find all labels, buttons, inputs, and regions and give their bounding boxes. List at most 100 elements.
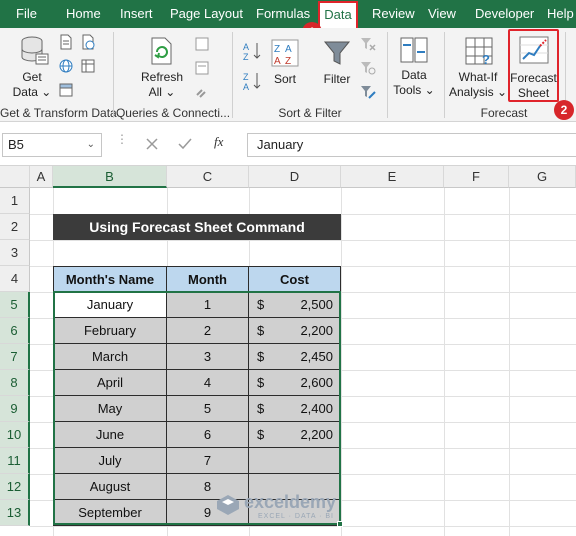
tab-file[interactable]: File [16, 0, 37, 28]
column-header-b[interactable]: B [53, 166, 167, 188]
table-header-month-name[interactable]: Month's Name [53, 266, 167, 292]
row-header-4[interactable]: 4 [0, 266, 30, 292]
forecast-sheet-label: Forecast Sheet [510, 71, 557, 101]
formula-input[interactable]: January [247, 133, 576, 157]
refresh-all-button[interactable]: Refresh All ⌄ [138, 70, 186, 100]
queries-connections-icon[interactable] [194, 36, 210, 52]
row-header-1[interactable]: 1 [0, 188, 30, 214]
tab-home[interactable]: Home [66, 0, 101, 28]
cell-month-name[interactable]: May [53, 396, 167, 422]
row-header-11[interactable]: 11 [0, 448, 30, 474]
column-header-a[interactable]: A [30, 166, 53, 188]
forecast-sheet-label-2: Sheet [517, 86, 550, 100]
database-icon [21, 36, 49, 65]
recent-sources-icon[interactable] [80, 34, 96, 50]
edit-links-icon[interactable] [194, 84, 210, 100]
cell-month-name[interactable]: August [53, 474, 167, 500]
row-header-8[interactable]: 8 [0, 370, 30, 396]
ribbon: Get Data ⌄ Get & Transform Data Refresh … [0, 28, 576, 122]
advanced-filter-icon[interactable] [360, 84, 376, 100]
refresh-icon [151, 37, 172, 65]
tab-page-layout[interactable]: Page Layout [170, 0, 243, 28]
cell-month[interactable]: 4 [167, 370, 249, 396]
tab-developer[interactable]: Developer [475, 0, 534, 28]
select-all-corner[interactable] [0, 166, 30, 188]
cell-cost[interactable]: $2,200 [249, 422, 341, 448]
cell-cost[interactable]: $2,500 [249, 292, 341, 318]
data-tools-label-2: Tools ⌄ [393, 83, 435, 97]
cell-month[interactable]: 7 [167, 448, 249, 474]
cell-cost[interactable]: $2,400 [249, 396, 341, 422]
sort-button[interactable]: Sort [268, 72, 302, 87]
row-header-3[interactable]: 3 [0, 240, 30, 266]
tab-help[interactable]: Help [547, 0, 574, 28]
svg-text:?: ? [482, 52, 490, 66]
sheet-title[interactable]: Using Forecast Sheet Command [53, 214, 341, 240]
row-header-7[interactable]: 7 [0, 344, 30, 370]
cell-cost[interactable]: $2,200 [249, 318, 341, 344]
cell-month[interactable]: 1 [167, 292, 249, 318]
get-data-label-2: Data ⌄ [12, 85, 52, 99]
worksheet-grid: A B C D E F G 1 2 3 4 5 6 7 8 9 10 11 12… [0, 166, 576, 536]
column-header-f[interactable]: F [444, 166, 509, 188]
tab-review[interactable]: Review [372, 0, 415, 28]
forecast-sheet-button[interactable]: Forecast Sheet [508, 29, 559, 102]
chevron-down-icon[interactable]: ⌄ [87, 134, 95, 156]
from-text-icon[interactable] [58, 34, 74, 50]
from-web-icon[interactable] [58, 58, 74, 74]
cell-month-name[interactable]: April [53, 370, 167, 396]
group-label-queries: Queries & Connecti... [115, 106, 231, 120]
cell-month[interactable]: 6 [167, 422, 249, 448]
column-header-e[interactable]: E [341, 166, 444, 188]
cell-month-name[interactable]: January [53, 292, 167, 318]
row-header-12[interactable]: 12 [0, 474, 30, 500]
row-header-5[interactable]: 5 [0, 292, 30, 318]
cell-month[interactable]: 2 [167, 318, 249, 344]
column-header-c[interactable]: C [167, 166, 249, 188]
tab-insert[interactable]: Insert [120, 0, 153, 28]
clear-filter-icon[interactable] [360, 36, 376, 52]
reapply-filter-icon[interactable] [360, 60, 376, 76]
data-tools-button[interactable]: Data Tools ⌄ [392, 68, 436, 98]
sort-z-to-a-icon[interactable]: ZA [242, 70, 264, 92]
forecast-chart-icon [519, 36, 549, 64]
filter-button[interactable]: Filter [318, 72, 356, 87]
cell-month-name[interactable]: September [53, 500, 167, 526]
insert-function-icon[interactable]: fx [214, 134, 223, 150]
cell-cost-value: 2,450 [300, 349, 333, 364]
table-header-month[interactable]: Month [167, 266, 249, 292]
cell-cost[interactable] [249, 448, 341, 474]
from-table-icon[interactable] [58, 82, 74, 98]
cell-month-name[interactable]: March [53, 344, 167, 370]
cell-month-name[interactable]: June [53, 422, 167, 448]
row-header-2[interactable]: 2 [0, 214, 30, 240]
sort-a-to-z-icon[interactable]: AZ [242, 40, 264, 62]
column-header-g[interactable]: G [509, 166, 576, 188]
tab-formulas[interactable]: Formulas [256, 0, 310, 28]
fill-handle[interactable] [337, 521, 343, 527]
cell-cost[interactable]: $2,600 [249, 370, 341, 396]
row-header-6[interactable]: 6 [0, 318, 30, 344]
existing-connections-icon[interactable] [80, 58, 96, 74]
table-header-cost[interactable]: Cost [249, 266, 341, 292]
enter-check-icon[interactable] [178, 138, 192, 150]
column-header-d[interactable]: D [249, 166, 341, 188]
cancel-icon[interactable] [146, 138, 158, 150]
get-data-button[interactable]: Get Data ⌄ [10, 70, 54, 100]
row-header-13[interactable]: 13 [0, 500, 30, 526]
what-if-analysis-button[interactable]: What-If Analysis ⌄ [448, 70, 508, 100]
ribbon-tab-bar: File Home Insert Page Layout Formulas Da… [0, 0, 576, 28]
cell-month[interactable]: 5 [167, 396, 249, 422]
forecast-sheet-label-1: Forecast [510, 71, 557, 85]
tab-data[interactable]: Data [318, 1, 358, 28]
cell-month[interactable]: 3 [167, 344, 249, 370]
cell-month-name[interactable]: February [53, 318, 167, 344]
properties-icon[interactable] [194, 60, 210, 76]
tab-view[interactable]: View [428, 0, 456, 28]
row-header-9[interactable]: 9 [0, 396, 30, 422]
name-box[interactable]: B5 ⌄ [2, 133, 102, 157]
cell-cost[interactable]: $2,450 [249, 344, 341, 370]
cell-month-name[interactable]: July [53, 448, 167, 474]
row-header-10[interactable]: 10 [0, 422, 30, 448]
group-label-get-transform: Get & Transform Data [0, 106, 117, 120]
